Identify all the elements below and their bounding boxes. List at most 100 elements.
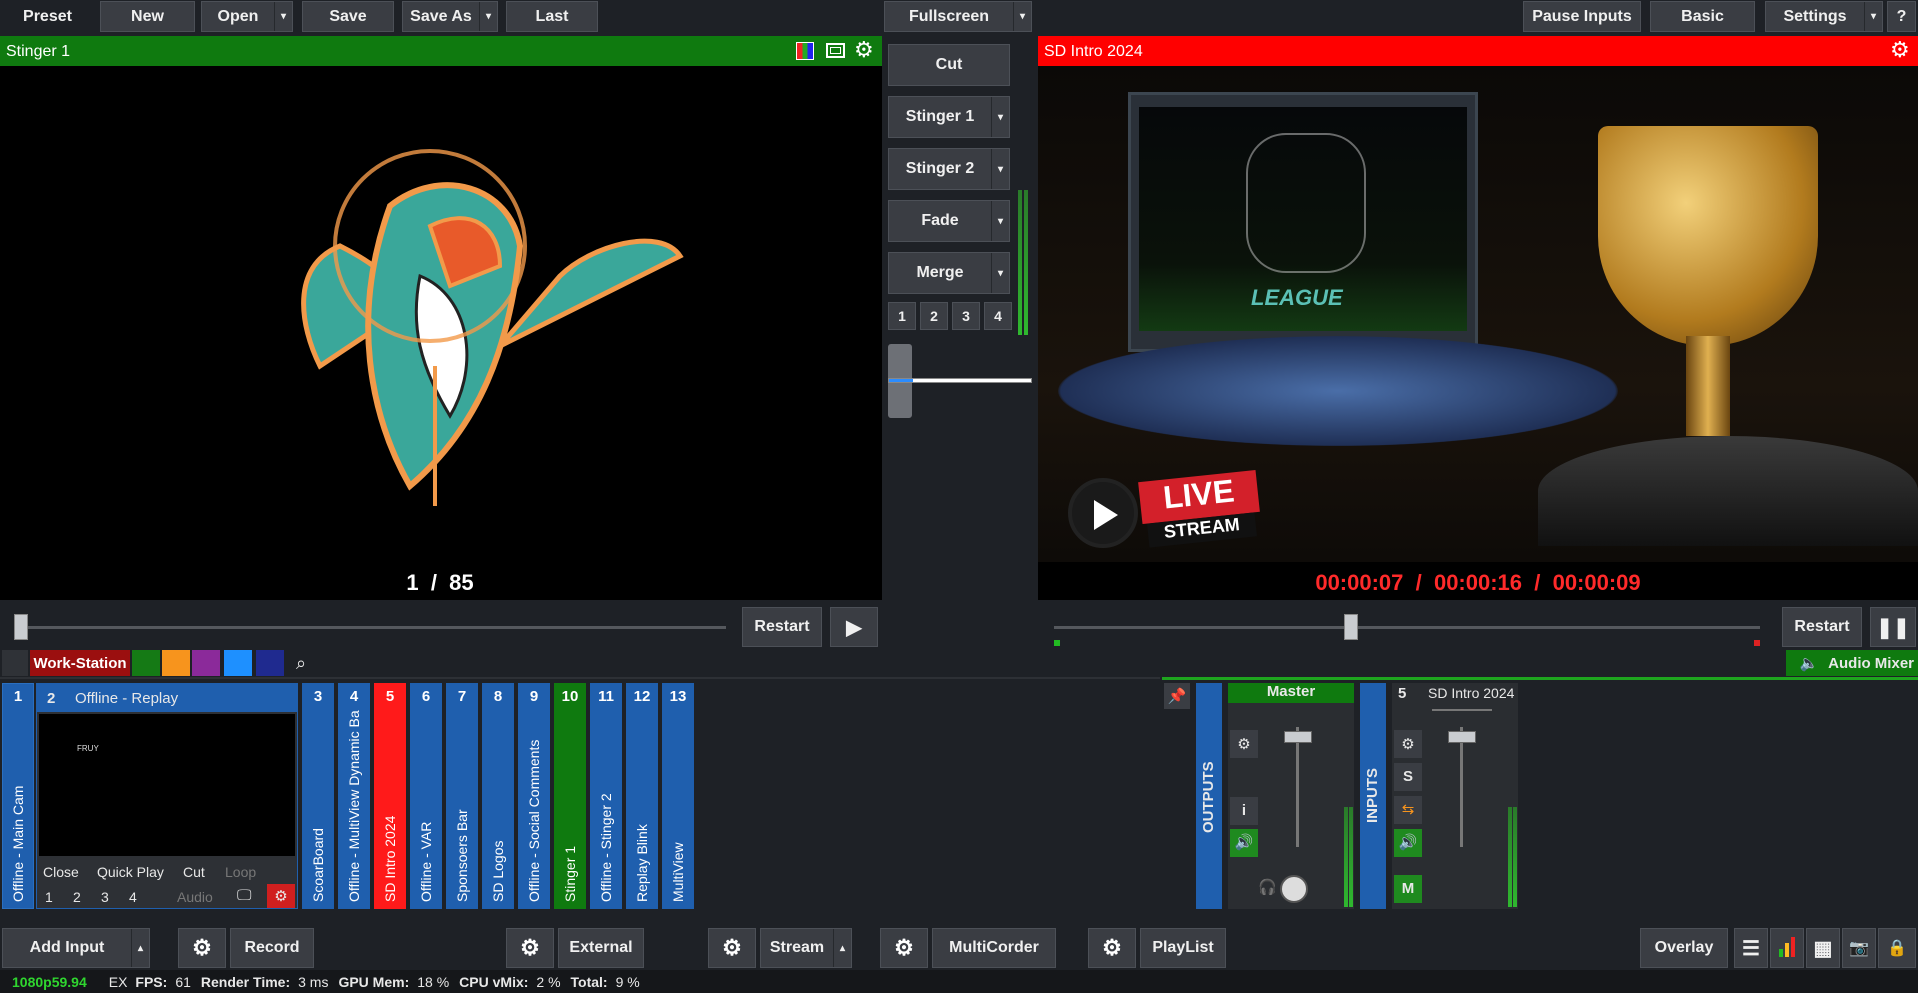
input-tile[interactable]: 3 ScoarBoard [302, 683, 334, 909]
lock-icon[interactable]: 🔒 [1878, 928, 1916, 968]
mute-button[interactable]: M [1394, 875, 1422, 903]
pause-button[interactable]: ❚❚ [1870, 607, 1916, 647]
add-input-button[interactable]: Add Input ▴ [2, 928, 150, 968]
t-bar-track[interactable] [888, 378, 1032, 383]
gear-icon[interactable]: ⚙ [1230, 730, 1258, 758]
close-button[interactable]: Close [43, 864, 79, 880]
info-button[interactable]: i [1230, 797, 1258, 825]
selected-input[interactable]: 2 Offline - Replay FRUY Close Quick Play… [36, 683, 298, 909]
headphones-icon[interactable]: 🎧 [1258, 878, 1277, 896]
tab-blank[interactable] [2, 650, 28, 676]
pause-inputs-button[interactable]: Pause Inputs [1523, 1, 1641, 32]
playlist-settings-button[interactable]: ⚙ [1088, 928, 1136, 968]
stinger2-button[interactable]: Stinger 2 ▾ [888, 148, 1010, 190]
overlay-button[interactable]: Overlay [1640, 928, 1728, 968]
chevron-down-icon[interactable]: ▴ [131, 929, 149, 967]
record-settings-button[interactable]: ⚙ [178, 928, 226, 968]
output-playhead[interactable] [1344, 614, 1358, 640]
tab-orange[interactable] [162, 650, 190, 676]
stream-settings-button[interactable]: ⚙ [708, 928, 756, 968]
color-correction-icon[interactable] [796, 42, 814, 60]
pin-icon[interactable]: 📌 [1164, 683, 1190, 709]
play-button[interactable]: ▶ [830, 607, 878, 647]
inputs-tab[interactable]: INPUTS [1360, 683, 1386, 909]
tab-purple[interactable] [192, 650, 220, 676]
input-tile[interactable]: 4 Offline - MultiView Dynamic Ba [338, 683, 370, 909]
help-button[interactable]: ? [1887, 1, 1916, 32]
chevron-down-icon[interactable]: ▾ [991, 201, 1009, 241]
overlay-3-button[interactable]: 3 [101, 889, 109, 905]
audio-mixer-tab[interactable]: 🔈 Audio Mixer [1786, 650, 1918, 676]
camera-icon[interactable]: 📷 [1842, 928, 1876, 968]
preview-timeline[interactable] [14, 626, 726, 629]
grid-icon[interactable]: ▦ [1806, 928, 1840, 968]
chevron-down-icon[interactable]: ▾ [1013, 2, 1031, 31]
stinger1-button[interactable]: Stinger 1 ▾ [888, 96, 1010, 138]
input-tile[interactable]: 8 SD Logos [482, 683, 514, 909]
crop-icon[interactable] [826, 43, 845, 58]
speaker-icon[interactable]: 🔊 [1394, 829, 1422, 857]
tab-work-station[interactable]: Work-Station [30, 650, 130, 676]
last-button[interactable]: Last [506, 1, 598, 32]
input-tile[interactable]: 10 Stinger 1 [554, 683, 586, 909]
channel-fader[interactable] [1448, 731, 1476, 743]
transition-2-button[interactable]: 2 [920, 302, 948, 330]
external-button[interactable]: External [558, 928, 644, 968]
stream-button[interactable]: Stream ▴ [760, 928, 852, 968]
chevron-up-icon[interactable]: ▴ [833, 929, 851, 967]
tab-green[interactable] [132, 650, 160, 676]
speaker-icon[interactable]: 🔊 [1230, 829, 1258, 857]
pan-slider[interactable] [1432, 709, 1492, 711]
cut-button[interactable]: Cut [183, 864, 205, 880]
overlay-2-button[interactable]: 2 [73, 889, 81, 905]
tab-blue[interactable] [224, 650, 252, 676]
overlay-4-button[interactable]: 4 [129, 889, 137, 905]
bar-chart-icon[interactable] [1770, 928, 1804, 968]
gear-icon[interactable]: ⚙ [1394, 730, 1422, 758]
cut-button[interactable]: Cut [888, 44, 1010, 86]
transition-3-button[interactable]: 3 [952, 302, 980, 330]
playlist-button[interactable]: PlayList [1140, 928, 1226, 968]
new-button[interactable]: New [100, 1, 195, 32]
outputs-tab[interactable]: OUTPUTS [1196, 683, 1222, 909]
save-button[interactable]: Save [302, 1, 394, 32]
transition-1-button[interactable]: 1 [888, 302, 916, 330]
multicorder-button[interactable]: MultiCorder [932, 928, 1056, 968]
input-tile[interactable]: 9 Offline - Social Comments [518, 683, 550, 909]
input-thumbnail[interactable]: FRUY [39, 714, 295, 856]
master-fader-track[interactable] [1296, 727, 1299, 847]
channel-fader-track[interactable] [1460, 727, 1463, 847]
chevron-down-icon[interactable]: ▾ [274, 2, 292, 31]
chevron-down-icon[interactable]: ▾ [991, 97, 1009, 137]
fullscreen-button[interactable]: Fullscreen ▾ [884, 1, 1032, 32]
input-tile[interactable]: 5 SD Intro 2024 [374, 683, 406, 909]
transition-4-button[interactable]: 4 [984, 302, 1012, 330]
input-tile[interactable]: 13 MultiView [662, 683, 694, 909]
tab-navy[interactable] [256, 650, 284, 676]
chevron-down-icon[interactable]: ▾ [479, 2, 497, 31]
master-fader[interactable] [1284, 731, 1312, 743]
open-button[interactable]: Open ▾ [201, 1, 293, 32]
merge-button[interactable]: Merge ▾ [888, 252, 1010, 294]
loop-button[interactable]: Loop [225, 864, 256, 880]
preset-button[interactable]: Preset [0, 1, 95, 32]
input-tile[interactable]: 11 Offline - Stinger 2 [590, 683, 622, 909]
gear-icon[interactable]: ⚙ [854, 37, 874, 63]
record-button[interactable]: Record [230, 928, 314, 968]
output-timeline[interactable] [1054, 626, 1760, 629]
route-icon[interactable]: ⇆ [1394, 796, 1422, 824]
input-tile[interactable]: 12 Replay Blink [626, 683, 658, 909]
gear-icon[interactable]: ⚙ [267, 884, 295, 908]
fade-button[interactable]: Fade ▾ [888, 200, 1010, 242]
volume-knob[interactable] [1280, 875, 1308, 903]
chevron-down-icon[interactable]: ▾ [991, 149, 1009, 189]
basic-button[interactable]: Basic [1650, 1, 1755, 32]
input-tile[interactable]: 1 Offline - Main Cam [2, 683, 34, 909]
quick-play-button[interactable]: Quick Play [97, 864, 164, 880]
chevron-down-icon[interactable]: ▾ [991, 253, 1009, 293]
save-as-button[interactable]: Save As ▾ [402, 1, 498, 32]
preview-restart-button[interactable]: Restart [742, 607, 822, 647]
settings-button[interactable]: Settings ▾ [1765, 1, 1883, 32]
preview-playhead[interactable] [14, 614, 28, 640]
search-icon[interactable]: ⌕ [288, 650, 314, 676]
